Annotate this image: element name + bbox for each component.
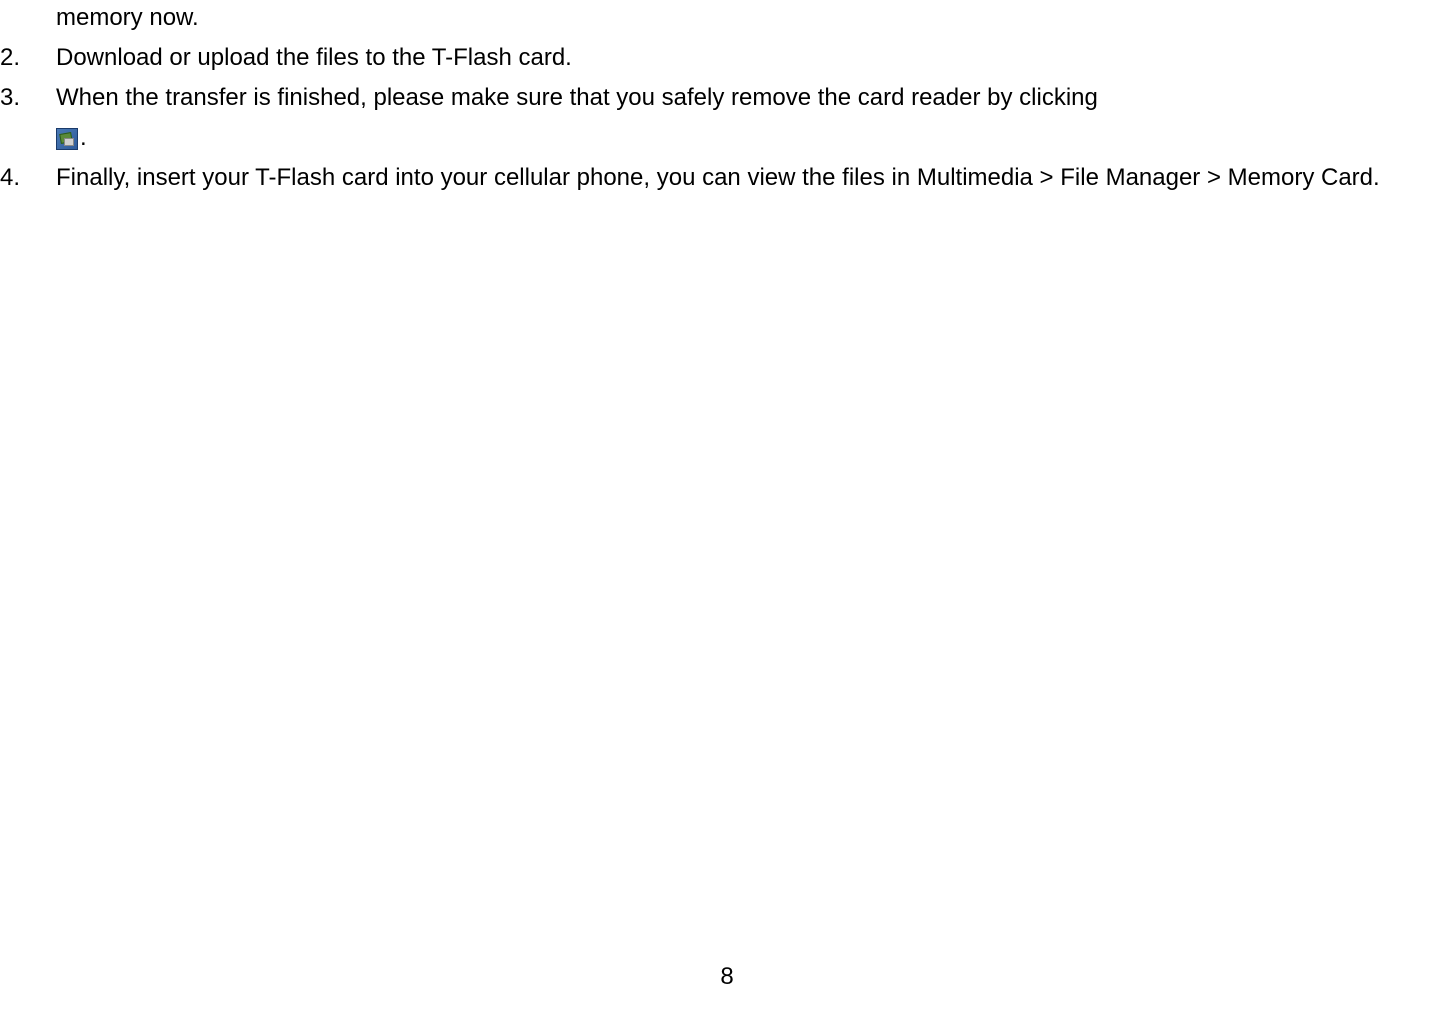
list-number: 4. bbox=[0, 160, 56, 196]
list-item-3: 3. When the transfer is finished, please… bbox=[0, 80, 1454, 116]
list-number: 2. bbox=[0, 40, 56, 76]
list-text: Download or upload the files to the T-Fl… bbox=[56, 40, 1454, 76]
icon-trailing-text: . bbox=[80, 124, 87, 151]
list-number: 3. bbox=[0, 80, 56, 116]
list-item-4: 4. Finally, insert your T-Flash card int… bbox=[0, 160, 1454, 196]
list-text: When the transfer is finished, please ma… bbox=[56, 80, 1454, 116]
safely-remove-hardware-icon bbox=[56, 128, 78, 150]
list-item-2: 2. Download or upload the files to the T… bbox=[0, 40, 1454, 76]
document-content: memory now. 2. Download or upload the fi… bbox=[0, 0, 1454, 196]
page-number: 8 bbox=[720, 959, 733, 995]
icon-line: . bbox=[0, 120, 1454, 156]
fragment-line: memory now. bbox=[0, 0, 1454, 36]
list-text: Finally, insert your T-Flash card into y… bbox=[56, 160, 1454, 196]
fragment-text: memory now. bbox=[56, 4, 199, 31]
